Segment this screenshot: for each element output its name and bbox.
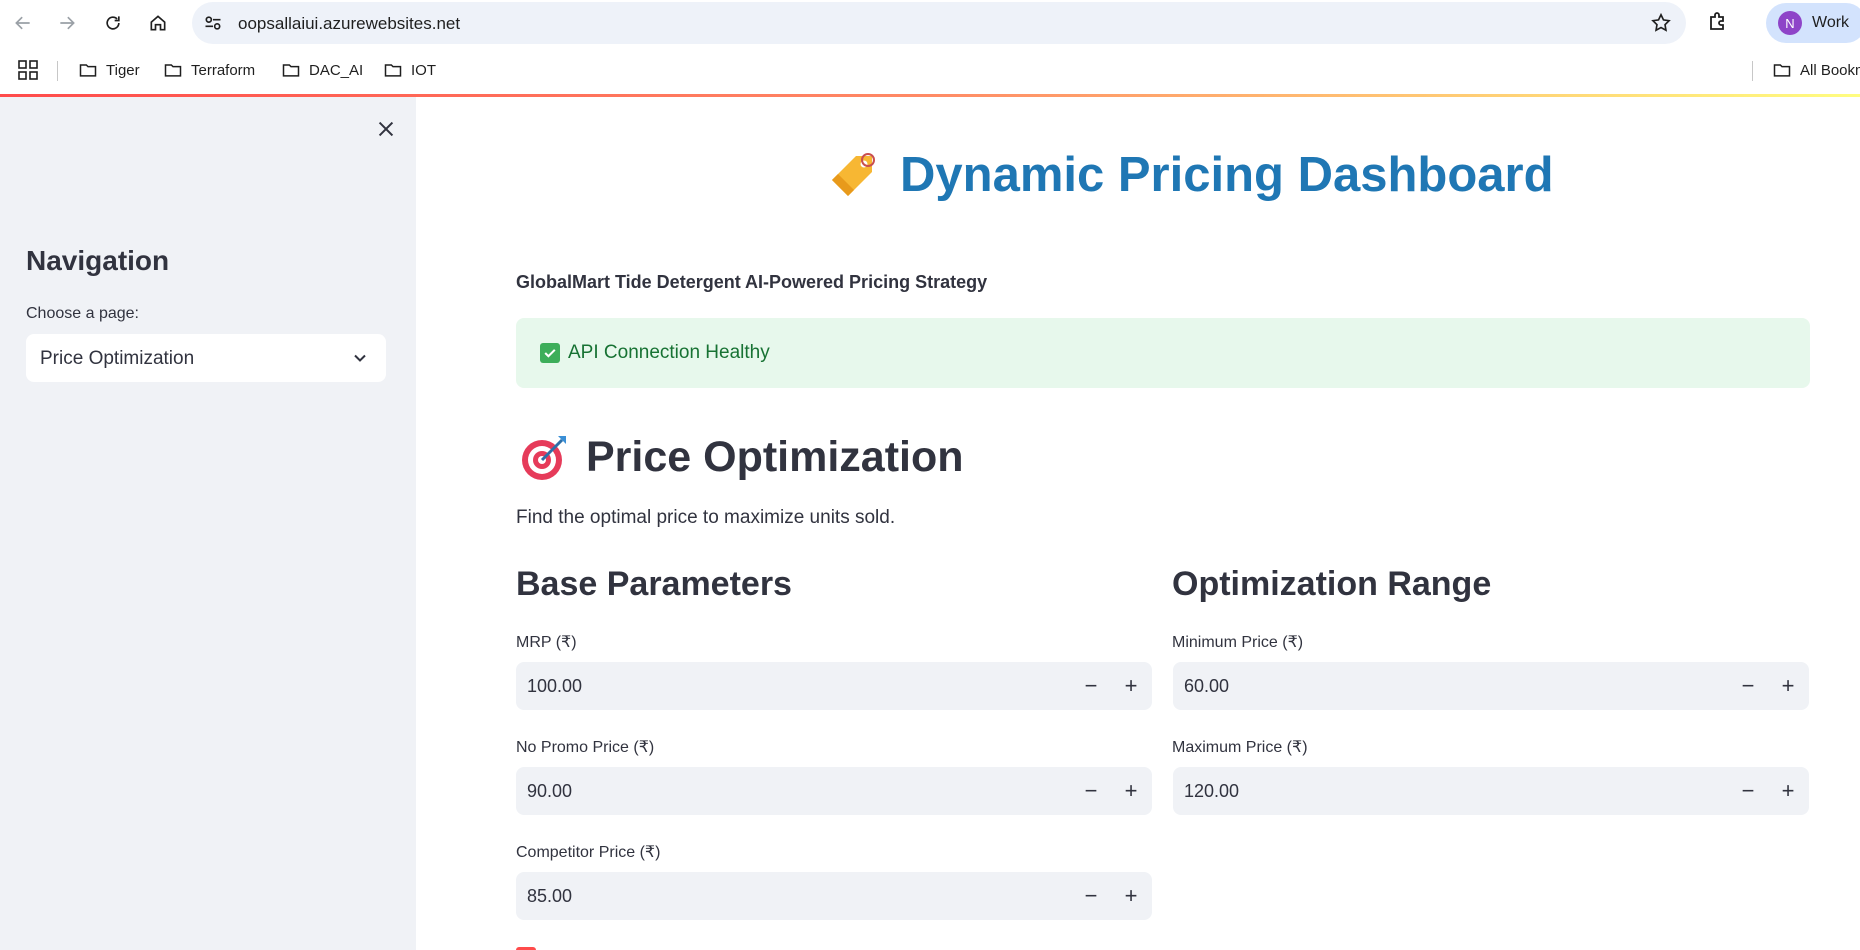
close-sidebar-button[interactable] xyxy=(372,115,400,143)
main-content: Dynamic Pricing Dashboard GlobalMart Tid… xyxy=(416,97,1860,950)
page-select-label: Choose a page: xyxy=(26,305,139,322)
folder-icon xyxy=(164,64,182,77)
folder-icon xyxy=(79,64,97,77)
extensions-icon[interactable] xyxy=(1706,10,1730,34)
min-price-value: 60.00 xyxy=(1184,676,1230,696)
page-select-value: Price Optimization xyxy=(40,348,195,369)
home-icon xyxy=(150,15,166,31)
bookmarks-divider xyxy=(57,61,58,81)
max-price-label: Maximum Price (₹) xyxy=(1172,739,1308,756)
status-alert: API Connection Healthy xyxy=(516,318,1810,388)
folder-icon xyxy=(1773,64,1791,77)
bookmark-folder-dac-ai[interactable]: DAC_AI xyxy=(281,58,363,82)
max-price-increment-button[interactable]: + xyxy=(1773,776,1803,806)
address-bar[interactable]: oopsallaiui.azurewebsites.net xyxy=(192,2,1686,44)
max-price-decrement-button[interactable]: − xyxy=(1733,776,1763,806)
target-icon xyxy=(522,436,566,480)
max-price-value: 120.00 xyxy=(1184,781,1240,801)
mrp-value: 100.00 xyxy=(527,676,583,696)
competitor-label: Competitor Price (₹) xyxy=(516,844,661,861)
competitor-increment-button[interactable]: + xyxy=(1116,881,1146,911)
competitor-price-input[interactable]: 85.00 − + xyxy=(516,872,1152,920)
status-message: API Connection Healthy xyxy=(568,342,770,363)
home-button[interactable] xyxy=(143,8,173,38)
bookmark-folder-terraform[interactable]: Terraform xyxy=(163,58,255,82)
mrp-increment-button[interactable]: + xyxy=(1116,671,1146,701)
arrow-left-icon xyxy=(15,16,30,30)
no-promo-label: No Promo Price (₹) xyxy=(516,739,655,756)
url-text: oopsallaiui.azurewebsites.net xyxy=(238,14,461,33)
section-header: Price Optimization xyxy=(520,432,964,482)
back-button[interactable] xyxy=(8,8,38,38)
base-parameters-title: Base Parameters xyxy=(516,565,792,603)
profile-label: Work xyxy=(1812,14,1850,31)
close-icon xyxy=(378,121,394,137)
min-price-label: Minimum Price (₹) xyxy=(1172,634,1304,651)
apps-grid-icon[interactable] xyxy=(18,60,38,80)
section-description: Find the optimal price to maximize units… xyxy=(516,507,896,528)
arrow-right-icon xyxy=(60,16,75,30)
competitor-value: 85.00 xyxy=(527,886,573,906)
sidebar-title: Navigation xyxy=(26,245,170,276)
max-price-input[interactable]: 120.00 − + xyxy=(1173,767,1809,815)
all-bookmarks-button[interactable]: All Bookmarks xyxy=(1772,58,1860,82)
reload-icon xyxy=(106,16,120,30)
sidebar: Navigation Choose a page: Price Optimiza… xyxy=(0,97,416,950)
mrp-input[interactable]: 100.00 − + xyxy=(516,662,1152,710)
no-promo-decrement-button[interactable]: − xyxy=(1076,776,1106,806)
min-price-increment-button[interactable]: + xyxy=(1773,671,1803,701)
folder-icon xyxy=(384,64,402,77)
competitor-decrement-button[interactable]: − xyxy=(1076,881,1106,911)
section-title: Price Optimization xyxy=(586,432,964,481)
bookmark-folder-tiger[interactable]: Tiger xyxy=(78,58,140,82)
mrp-label: MRP (₹) xyxy=(516,634,577,651)
bookmarks-bar: Tiger Terraform DAC_AI IOT All Bookmarks xyxy=(0,46,1860,94)
no-promo-price-input[interactable]: 90.00 − + xyxy=(516,767,1152,815)
min-price-input[interactable]: 60.00 − + xyxy=(1173,662,1809,710)
page-subtitle: GlobalMart Tide Detergent AI-Powered Pri… xyxy=(516,272,988,292)
profile-button[interactable]: N Work xyxy=(1766,3,1860,43)
bookmarks-divider xyxy=(1752,61,1753,81)
page-select[interactable]: Price Optimization xyxy=(26,334,386,382)
site-info-icon[interactable] xyxy=(202,12,224,34)
no-promo-increment-button[interactable]: + xyxy=(1116,776,1146,806)
optimization-range-title: Optimization Range xyxy=(1172,565,1492,603)
min-price-decrement-button[interactable]: − xyxy=(1733,671,1763,701)
mrp-decrement-button[interactable]: − xyxy=(1076,671,1106,701)
browser-toolbar: oopsallaiui.azurewebsites.net N Work xyxy=(0,0,1860,46)
chevron-down-icon xyxy=(354,354,366,362)
bookmark-star-icon[interactable] xyxy=(1650,12,1672,34)
no-promo-value: 90.00 xyxy=(527,781,573,801)
reload-button[interactable] xyxy=(98,8,128,38)
page-header: Dynamic Pricing Dashboard xyxy=(826,147,1554,203)
folder-icon xyxy=(282,64,300,77)
page-title: Dynamic Pricing Dashboard xyxy=(900,148,1554,202)
check-icon xyxy=(540,343,560,363)
avatar: N xyxy=(1778,11,1802,35)
bookmark-folder-iot[interactable]: IOT xyxy=(383,58,436,82)
price-tag-icon xyxy=(832,153,875,196)
forward-button[interactable] xyxy=(52,8,82,38)
